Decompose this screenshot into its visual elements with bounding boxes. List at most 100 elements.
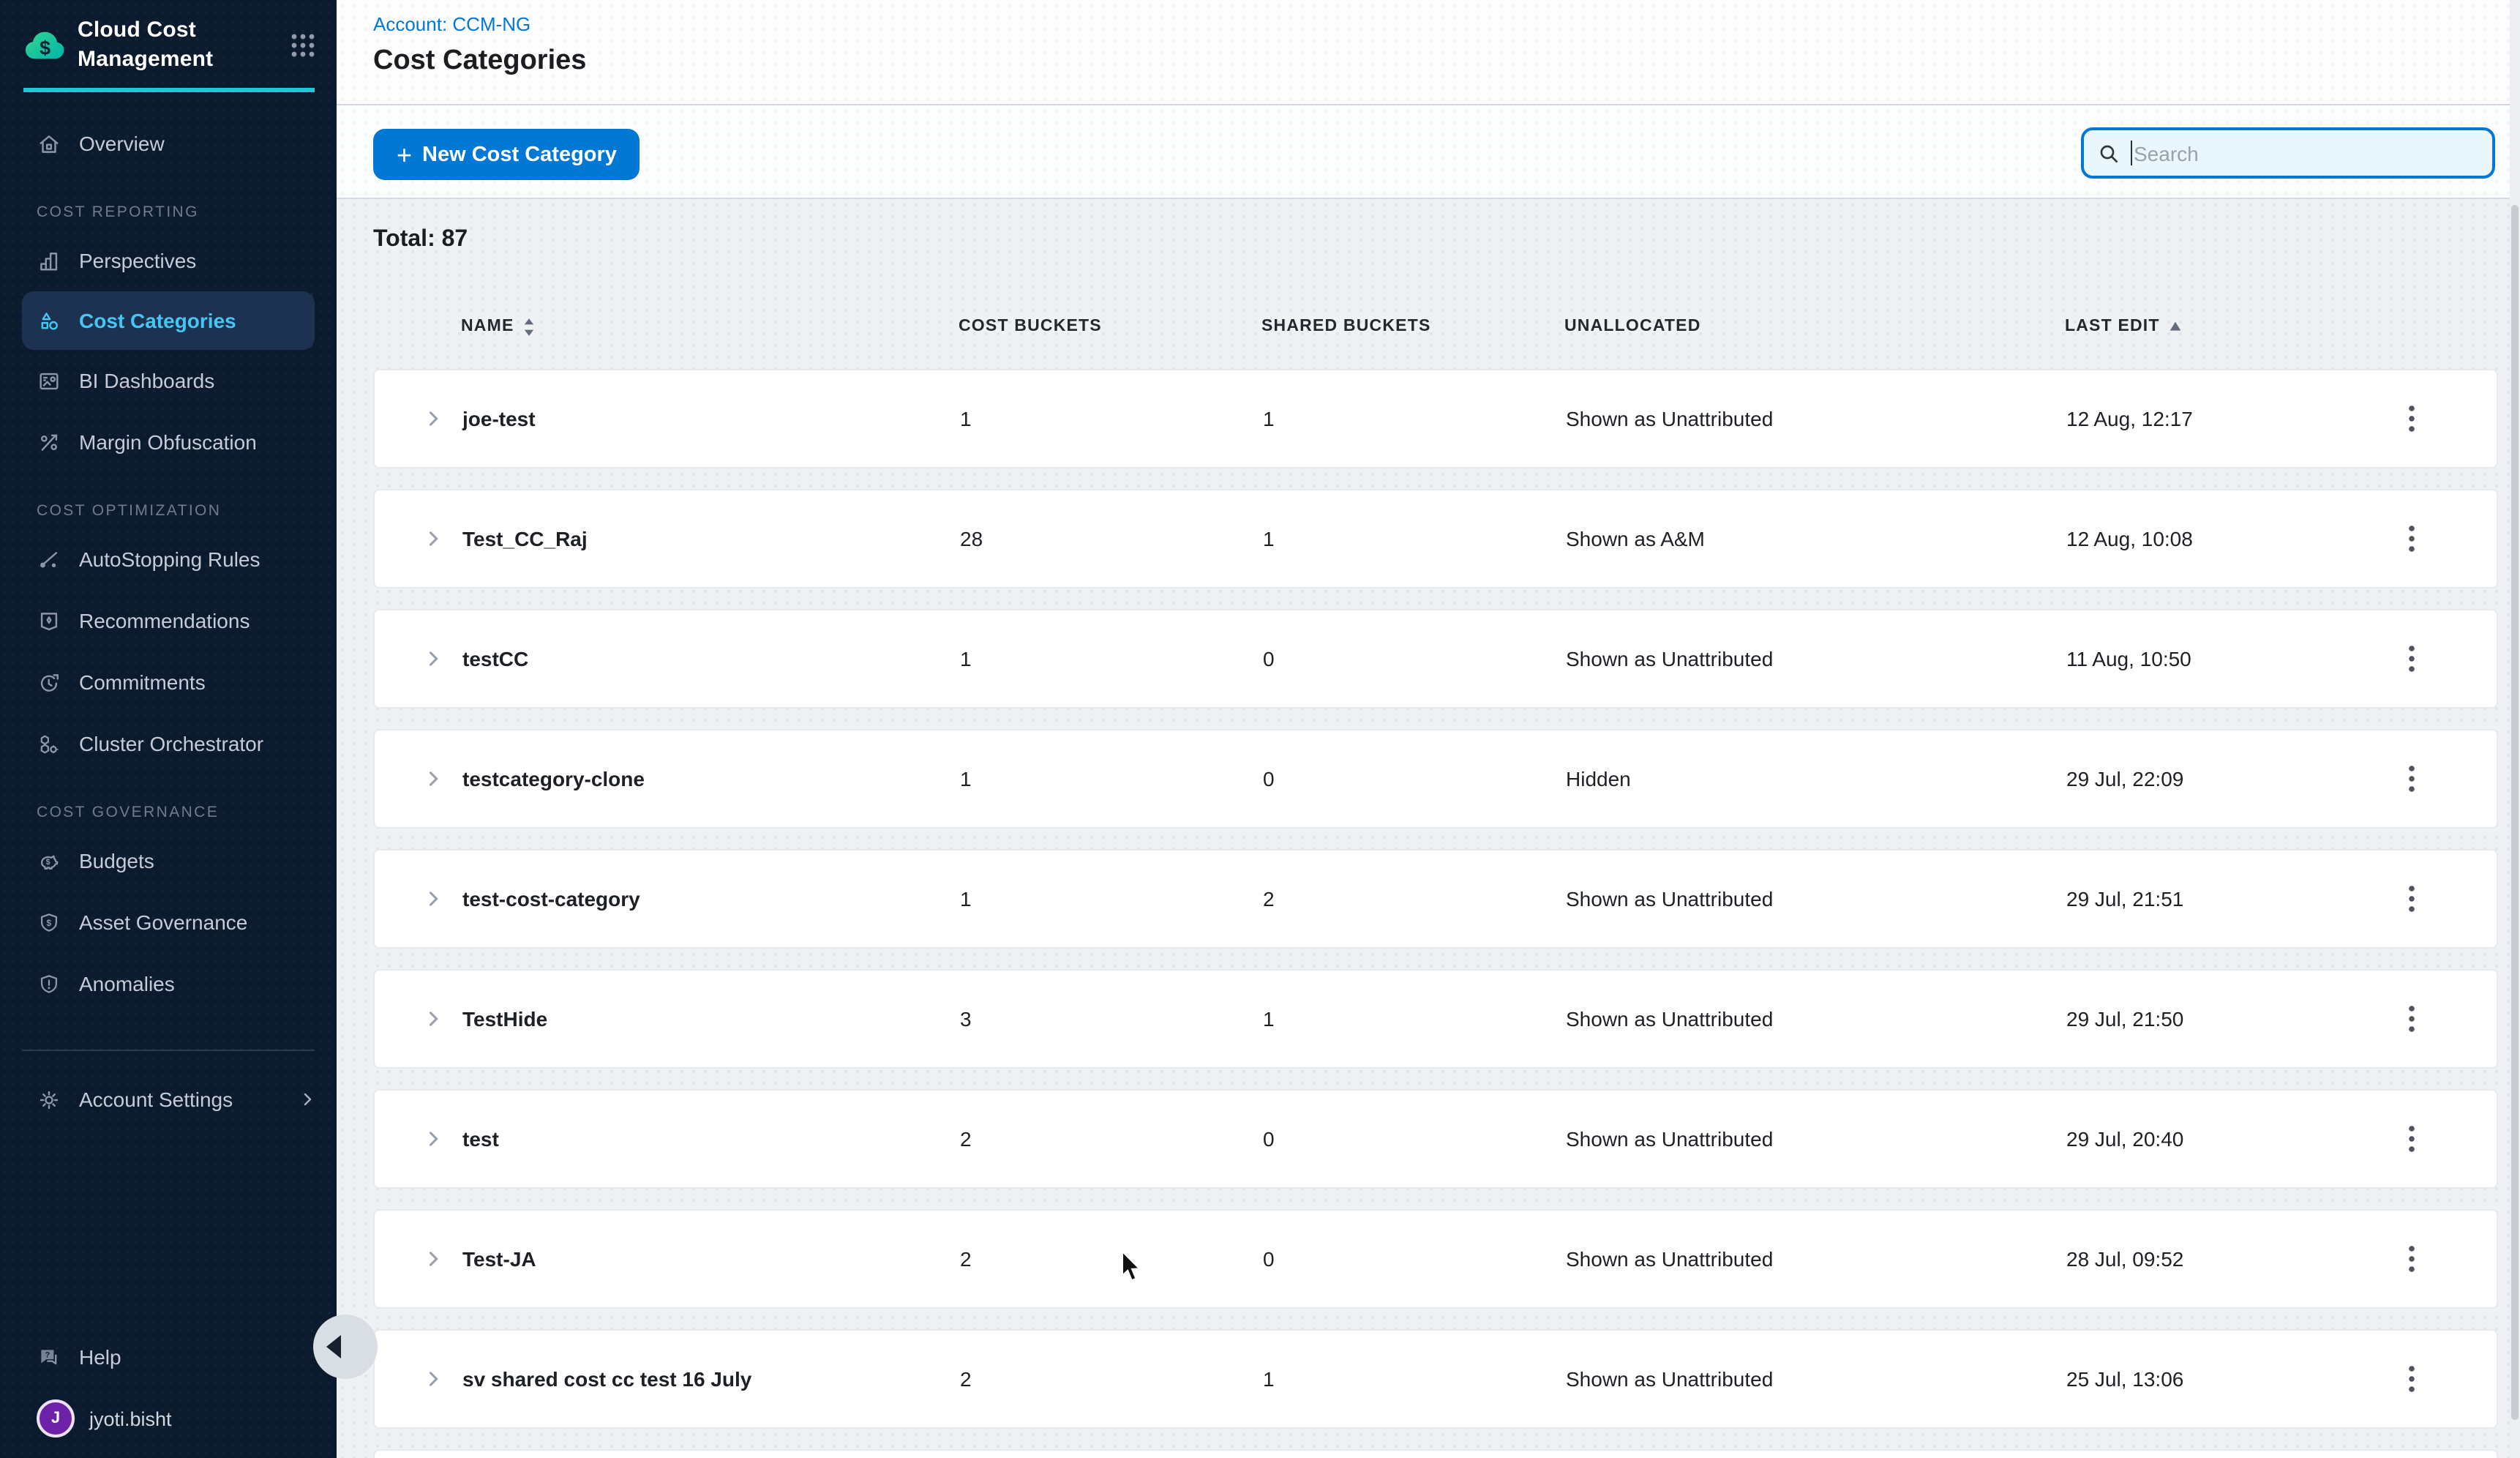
table-row[interactable]: TestHide 3 1 Shown as Unattributed 29 Ju… bbox=[373, 969, 2498, 1069]
row-unallocated: Shown as Unattributed bbox=[1566, 647, 2066, 670]
new-cost-category-button[interactable]: + New Cost Category bbox=[373, 129, 640, 180]
row-shared-buckets: 1 bbox=[1263, 527, 1566, 550]
content-area: Total: 87 NAME COST BUCKETS SHARED BUCKE… bbox=[337, 199, 2520, 1458]
sidebar-item-perspectives[interactable]: Perspectives bbox=[0, 230, 337, 291]
scrollbar-thumb[interactable] bbox=[2511, 205, 2519, 1420]
column-header-last-edit[interactable]: LAST EDIT bbox=[2065, 317, 2399, 336]
row-menu-kebab-icon[interactable] bbox=[2400, 1123, 2423, 1155]
table-row[interactable]: test-cost-category 1 2 Shown as Unattrib… bbox=[373, 849, 2498, 949]
percent-trend-icon bbox=[37, 430, 61, 455]
svg-text:$: $ bbox=[46, 857, 50, 866]
plus-icon: + bbox=[397, 141, 412, 168]
table-row-partial[interactable] bbox=[373, 1449, 2498, 1458]
expand-chevron-icon[interactable] bbox=[423, 1249, 443, 1269]
sidebar-item-label: Margin Obfuscation bbox=[79, 430, 257, 454]
total-count: Total: 87 bbox=[373, 227, 468, 253]
sidebar-item-label: Account Settings bbox=[79, 1088, 233, 1111]
row-last-edit: 12 Aug, 10:08 bbox=[2066, 527, 2400, 550]
search-icon bbox=[2097, 141, 2120, 165]
row-cost-buckets: 2 bbox=[960, 1247, 1263, 1271]
sidebar-item-account-settings[interactable]: Account Settings bbox=[0, 1069, 337, 1130]
app-title: Cloud Cost Management bbox=[78, 16, 213, 73]
expand-chevron-icon[interactable] bbox=[423, 648, 443, 669]
sidebar-collapse-handle[interactable] bbox=[313, 1315, 378, 1379]
row-name: Test-JA bbox=[462, 1247, 960, 1271]
svg-text:$: $ bbox=[46, 917, 51, 927]
table-row[interactable]: sv shared cost cc test 16 July 2 1 Shown… bbox=[373, 1329, 2498, 1429]
expand-chevron-icon[interactable] bbox=[423, 889, 443, 909]
row-cost-buckets: 2 bbox=[960, 1127, 1263, 1151]
row-menu-kebab-icon[interactable] bbox=[2400, 1003, 2423, 1035]
sort-ascending-icon[interactable] bbox=[2167, 317, 2183, 336]
expand-chevron-icon[interactable] bbox=[423, 1009, 443, 1029]
table-row[interactable]: test 2 0 Shown as Unattributed 29 Jul, 2… bbox=[373, 1089, 2498, 1189]
sidebar-item-label: Cluster Orchestrator bbox=[79, 732, 263, 755]
row-menu-kebab-icon[interactable] bbox=[2400, 1243, 2423, 1275]
sidebar-item-help[interactable]: ? Help bbox=[0, 1326, 337, 1388]
row-cost-buckets: 28 bbox=[960, 527, 1263, 550]
table-row[interactable]: testCC 1 0 Shown as Unattributed 11 Aug,… bbox=[373, 609, 2498, 709]
avatar: J bbox=[37, 1399, 75, 1438]
sidebar-item-bi-dashboards[interactable]: BI Dashboards bbox=[0, 350, 337, 411]
row-unallocated: Shown as A&M bbox=[1566, 527, 2066, 550]
sidebar-item-margin-obfuscation[interactable]: Margin Obfuscation bbox=[0, 411, 337, 473]
row-cost-buckets: 1 bbox=[960, 887, 1263, 911]
sidebar-item-anomalies[interactable]: Anomalies bbox=[0, 953, 337, 1014]
row-menu-kebab-icon[interactable] bbox=[2400, 403, 2423, 435]
svg-text:?: ? bbox=[45, 1350, 50, 1358]
piggy-bank-icon: $ bbox=[37, 848, 61, 873]
row-last-edit: 12 Aug, 12:17 bbox=[2066, 407, 2400, 430]
expand-chevron-icon[interactable] bbox=[423, 1129, 443, 1149]
row-unallocated: Hidden bbox=[1566, 767, 2066, 790]
sidebar-item-budgets[interactable]: $ Budgets bbox=[0, 830, 337, 891]
row-menu-kebab-icon[interactable] bbox=[2400, 883, 2423, 915]
sidebar: $ Cloud Cost Management Overview COST RE… bbox=[0, 0, 337, 1458]
expand-chevron-icon[interactable] bbox=[423, 528, 443, 549]
sidebar-bottom: ? Help J jyoti.bisht bbox=[0, 1326, 337, 1458]
row-cost-buckets: 3 bbox=[960, 1007, 1263, 1031]
table-row[interactable]: joe-test 1 1 Shown as Unattributed 12 Au… bbox=[373, 369, 2498, 468]
module-switcher-grid-icon[interactable] bbox=[290, 32, 316, 59]
vertical-scrollbar bbox=[2510, 0, 2520, 1458]
table-row[interactable]: testcategory-clone 1 0 Hidden 29 Jul, 22… bbox=[373, 729, 2498, 829]
row-name: joe-test bbox=[462, 407, 960, 430]
row-shared-buckets: 1 bbox=[1263, 1007, 1566, 1031]
cost-category-list: joe-test 1 1 Shown as Unattributed 12 Au… bbox=[373, 369, 2498, 1458]
shield-dollar-icon: $ bbox=[37, 910, 61, 935]
row-menu-kebab-icon[interactable] bbox=[2400, 523, 2423, 555]
sidebar-item-recommendations[interactable]: Recommendations bbox=[0, 590, 337, 651]
sidebar-item-asset-governance[interactable]: $ Asset Governance bbox=[0, 891, 337, 953]
user-profile[interactable]: J jyoti.bisht bbox=[0, 1388, 337, 1449]
sidebar-divider bbox=[22, 1050, 315, 1051]
sidebar-nav: Overview COST REPORTING Perspectives Cos… bbox=[0, 94, 337, 1458]
breadcrumb-account-link[interactable]: Account: CCM-NG bbox=[373, 13, 530, 35]
sidebar-item-cost-categories[interactable]: Cost Categories bbox=[22, 291, 315, 350]
sidebar-item-label: Commitments bbox=[79, 670, 206, 694]
sidebar-item-overview[interactable]: Overview bbox=[0, 113, 337, 174]
row-last-edit: 28 Jul, 09:52 bbox=[2066, 1247, 2400, 1271]
row-menu-kebab-icon[interactable] bbox=[2400, 763, 2423, 795]
row-last-edit: 11 Aug, 10:50 bbox=[2066, 647, 2400, 670]
expand-chevron-icon[interactable] bbox=[423, 408, 443, 429]
table-row[interactable]: Test_CC_Raj 28 1 Shown as A&M 12 Aug, 10… bbox=[373, 489, 2498, 588]
section-label-cost-optimization: COST OPTIMIZATION bbox=[0, 473, 337, 528]
sort-both-icon[interactable] bbox=[522, 317, 538, 336]
search-input[interactable] bbox=[2132, 141, 2479, 165]
row-menu-kebab-icon[interactable] bbox=[2400, 643, 2423, 675]
home-icon bbox=[37, 131, 61, 156]
expand-chevron-icon[interactable] bbox=[423, 1369, 443, 1389]
row-menu-kebab-icon[interactable] bbox=[2400, 1363, 2423, 1395]
app-root: $ Cloud Cost Management Overview COST RE… bbox=[0, 0, 2520, 1458]
row-shared-buckets: 2 bbox=[1263, 887, 1566, 911]
ccm-cloud-logo-icon: $ bbox=[22, 23, 72, 67]
sidebar-item-commitments[interactable]: Commitments bbox=[0, 651, 337, 713]
section-label-cost-reporting: COST REPORTING bbox=[0, 174, 337, 230]
row-name: test-cost-category bbox=[462, 887, 960, 911]
sidebar-item-autostopping-rules[interactable]: AutoStopping Rules bbox=[0, 528, 337, 590]
sidebar-item-cluster-orchestrator[interactable]: Cluster Orchestrator bbox=[0, 713, 337, 774]
chevron-right-icon bbox=[299, 1091, 316, 1108]
svg-text:$: $ bbox=[40, 37, 50, 59]
table-row[interactable]: Test-JA 2 0 Shown as Unattributed 28 Jul… bbox=[373, 1209, 2498, 1309]
expand-chevron-icon[interactable] bbox=[423, 769, 443, 789]
column-header-name[interactable]: NAME bbox=[461, 317, 959, 336]
